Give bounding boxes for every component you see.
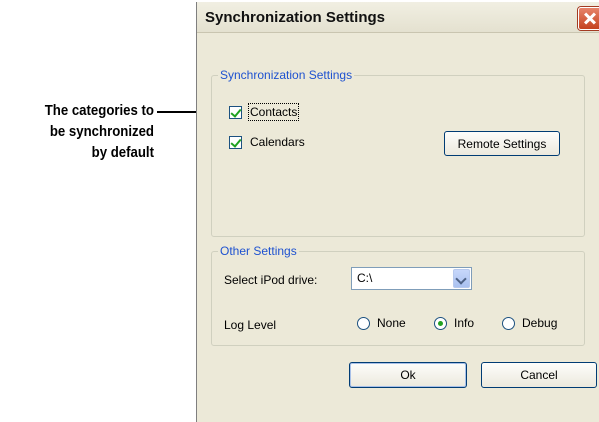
log-none-radio[interactable] [357,317,370,330]
other-settings-group: Other Settings Select iPod drive: Log Le… [211,244,585,346]
log-debug-label[interactable]: Debug [522,316,557,330]
log-level-label: Log Level [224,318,277,332]
ipod-drive-select[interactable]: C:\ [351,267,472,290]
contacts-checkbox[interactable] [229,106,242,119]
chevron-down-icon[interactable] [453,269,470,288]
cancel-button[interactable]: Cancel [481,362,597,388]
annotation-callout: The categories to be synchronized by def… [18,100,154,163]
other-settings-legend: Other Settings [218,244,299,258]
calendars-label[interactable]: Calendars [250,135,305,149]
log-debug-radio[interactable] [502,317,515,330]
sync-settings-legend: Synchronization Settings [218,68,355,82]
log-info-label[interactable]: Info [454,316,474,330]
ipod-drive-value: C:\ [357,271,373,285]
ok-button[interactable]: Ok [349,362,467,388]
sync-settings-dialog: Synchronization Settings Synchronization… [196,2,599,422]
log-none-label[interactable]: None [377,316,406,330]
sync-settings-group: Synchronization Settings Contacts Calend… [211,68,585,237]
callout-line-2: be synchronized [49,123,154,140]
contacts-label[interactable]: Contacts [247,103,300,121]
close-button[interactable] [578,7,599,30]
calendars-checkbox[interactable] [229,136,242,149]
title-bar[interactable]: Synchronization Settings [197,2,599,33]
remote-settings-button[interactable]: Remote Settings [444,131,560,156]
callout-line-1: The categories to [44,102,154,119]
log-info-radio[interactable] [434,317,447,330]
callout-line-3: by default [91,144,154,161]
window-title: Synchronization Settings [205,9,386,26]
ipod-drive-label: Select iPod drive: [224,273,318,287]
